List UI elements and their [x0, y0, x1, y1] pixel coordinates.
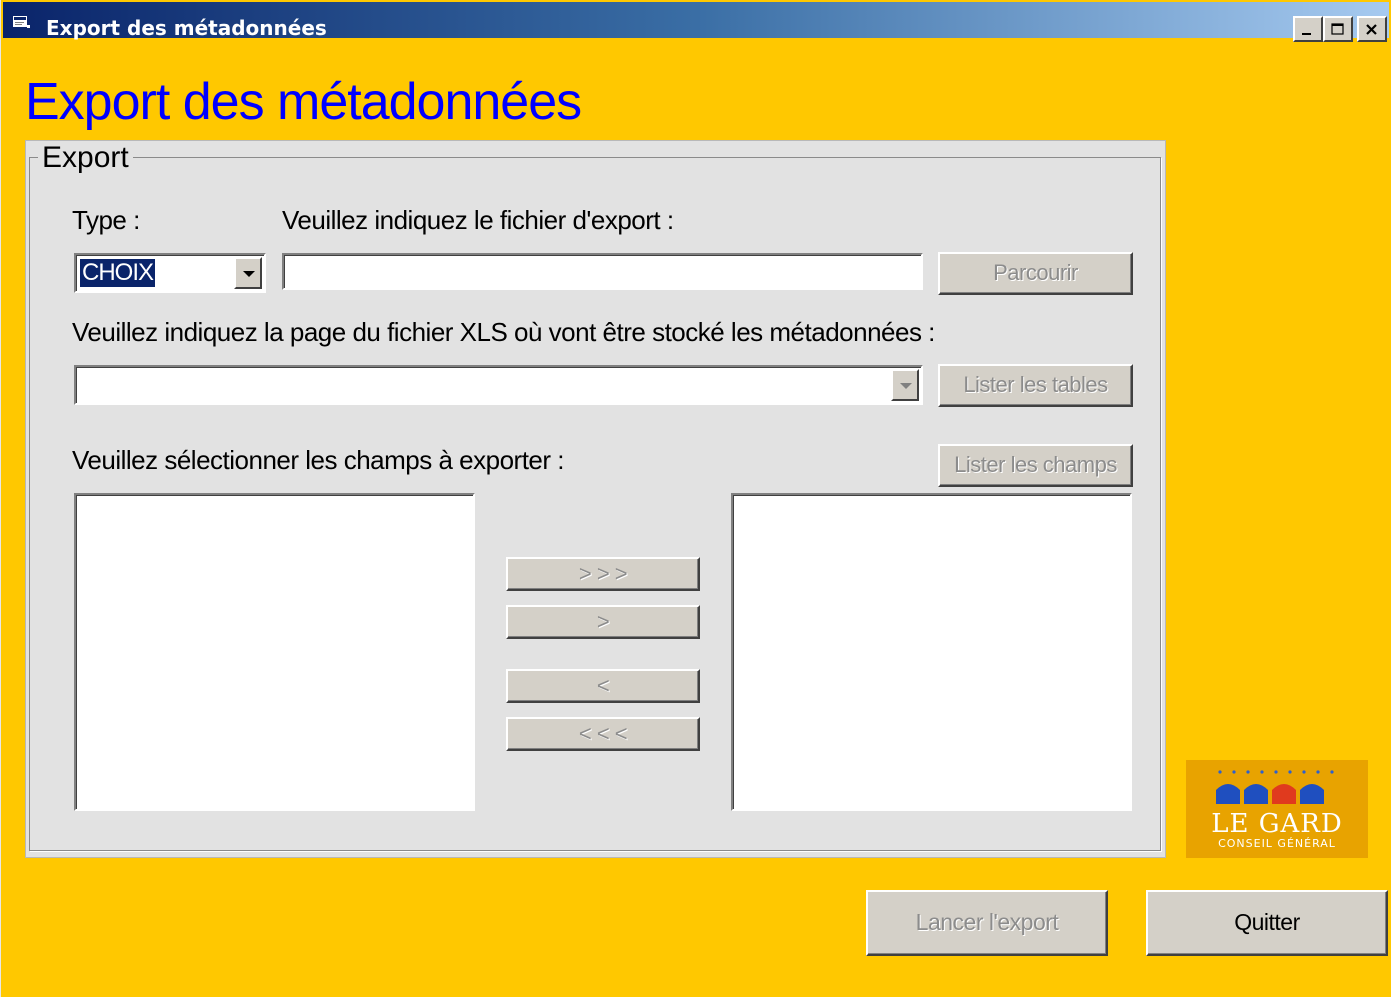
window-title: Export des métadonnées — [46, 16, 327, 40]
list-tables-button[interactable]: Lister les tables — [938, 364, 1133, 407]
sheet-dropdown-button[interactable] — [891, 369, 919, 401]
title-bar[interactable]: Export des métadonnées — [3, 2, 1389, 42]
export-file-input[interactable] — [282, 253, 923, 290]
maximize-icon — [1331, 23, 1344, 35]
launch-export-label: Lancer l'export — [915, 909, 1059, 935]
sheet-select[interactable] — [74, 365, 923, 405]
logo-subtitle: CONSEIL GÉNÉRAL — [1218, 837, 1336, 850]
browse-button-label: Parcourir — [993, 260, 1078, 285]
page-title: Export des métadonnées — [25, 73, 582, 131]
move-all-right-button[interactable]: > > > — [506, 557, 700, 591]
type-label: Type : — [72, 205, 140, 235]
available-fields-list[interactable] — [74, 493, 475, 811]
move-right-button[interactable]: > — [506, 605, 700, 639]
move-all-right-label: > > > — [578, 561, 628, 586]
type-select[interactable]: CHOIX — [74, 253, 266, 293]
le-gard-logo: LE GARD CONSEIL GÉNÉRAL — [1186, 760, 1368, 858]
sheet-label: Veuillez indiquez la page du fichier XLS… — [72, 317, 935, 347]
quit-button[interactable]: Quitter — [1146, 890, 1388, 956]
selected-fields-list[interactable] — [731, 493, 1132, 811]
move-left-label: < — [596, 673, 610, 698]
logo-emblem — [1216, 770, 1334, 804]
list-tables-button-label: Lister les tables — [963, 372, 1108, 397]
close-icon — [1366, 24, 1377, 35]
fields-label: Veuillez sélectionner les champs à expor… — [72, 445, 565, 475]
maximize-button[interactable] — [1323, 16, 1353, 42]
list-fields-button[interactable]: Lister les champs — [938, 444, 1133, 487]
type-select-value: CHOIX — [80, 259, 156, 287]
list-fields-button-label: Lister les champs — [954, 452, 1117, 477]
close-button[interactable] — [1357, 16, 1387, 42]
main-window: Export des métadonnées Export des métado… — [0, 0, 1391, 997]
export-group: Export Type : Veuillez indiquez le fichi… — [25, 140, 1166, 858]
move-all-left-button[interactable]: < < < — [506, 717, 700, 751]
app-icon — [13, 16, 30, 28]
move-right-label: > — [596, 609, 610, 634]
chevron-down-icon — [243, 271, 255, 277]
minimize-button[interactable] — [1293, 16, 1323, 42]
file-label: Veuillez indiquez le fichier d'export : — [282, 205, 674, 235]
move-left-button[interactable]: < — [506, 669, 700, 703]
minimize-icon — [1302, 33, 1311, 35]
browse-button[interactable]: Parcourir — [938, 252, 1133, 295]
move-all-left-label: < < < — [578, 721, 628, 746]
chevron-down-icon — [900, 383, 912, 389]
quit-label: Quitter — [1234, 909, 1300, 935]
launch-export-button[interactable]: Lancer l'export — [866, 890, 1108, 956]
type-dropdown-button[interactable] — [234, 257, 262, 289]
group-legend: Export — [38, 141, 133, 175]
logo-name: LE GARD — [1211, 809, 1343, 839]
